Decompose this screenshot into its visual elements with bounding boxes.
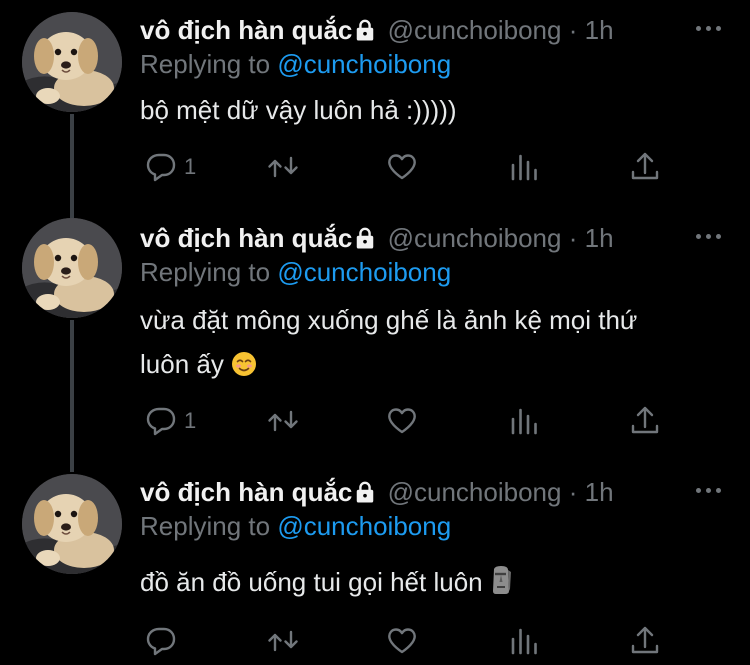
analytics-icon [507,150,541,184]
reply-count: 1 [184,408,197,433]
tweet-text: bộ mệt dữ vậy luôn hả :))))) [140,95,457,125]
share-button[interactable] [628,624,662,658]
reply-button[interactable]: 1 [144,150,196,184]
author-handle[interactable]: @cunchoibong [388,223,562,253]
replying-label: Replying to [140,49,271,79]
replying-label: Replying to [140,511,271,541]
author-name[interactable]: vô địch hàn quắc [140,477,352,507]
retweet-button[interactable] [266,624,300,658]
reply-button[interactable]: 1 [144,404,196,438]
analytics-button[interactable] [507,404,541,438]
tweet-text-line: vừa đặt mông xuống ghế là ảnh kệ mọi thứ [140,305,638,335]
tweet[interactable]: vô địch hàn quắc @cunchoibong · 1h Reply… [0,462,750,665]
like-icon [385,404,419,438]
moai-emoji [490,564,512,608]
timestamp[interactable]: 1h [585,15,614,45]
mention-link[interactable]: @cunchoibong [277,49,451,79]
tweet-header: vô địch hàn quắc @cunchoibong · 1h [140,222,614,257]
like-button[interactable] [385,624,419,658]
replying-label: Replying to [140,257,271,287]
thread-line [70,320,74,472]
lock-icon [354,479,376,511]
action-bar [140,624,700,658]
analytics-icon [507,404,541,438]
replying-to: Replying to @cunchoibong [140,256,451,288]
author-handle[interactable]: @cuncho­ibong [388,15,562,45]
retweet-icon [266,404,300,438]
reply-icon [144,404,178,438]
reply-button[interactable] [144,624,178,658]
timestamp[interactable]: 1h [585,223,614,253]
share-icon [628,150,662,184]
like-button[interactable] [385,404,419,438]
action-bar: 1 [140,150,700,184]
share-icon [628,624,662,658]
avatar[interactable] [22,474,122,574]
tweet-header: vô địch hàn quắc @cunchoibong · 1h [140,476,614,511]
tweet[interactable]: vô địch hàn quắc @cunchoibong · 1h Reply… [0,208,750,472]
like-icon [385,624,419,658]
more-icon[interactable] [696,232,722,242]
avatar[interactable] [22,218,122,318]
like-icon [385,150,419,184]
more-icon[interactable] [696,24,722,34]
author-handle[interactable]: @cunchoibong [388,477,562,507]
replying-to: Replying to @cunchoibong [140,48,451,80]
analytics-button[interactable] [507,624,541,658]
timestamp[interactable]: 1h [585,477,614,507]
tweet[interactable]: vô địch hàn quắc @cuncho­ibong · 1h Repl… [0,0,750,218]
tweet-header: vô địch hàn quắc @cuncho­ibong · 1h [140,14,614,49]
retweet-button[interactable] [266,150,300,184]
tweet-text-line-2: luôn ấy [140,342,720,390]
thread-line [70,114,74,218]
analytics-button[interactable] [507,150,541,184]
reply-icon [144,624,178,658]
retweet-icon [266,624,300,658]
tweet-text: đồ ăn đồ uống tui gọi hết luôn [140,560,720,608]
replying-to: Replying to @cunchoibong [140,510,451,542]
tweet-text: vừa đặt mông xuống ghế là ảnh kệ mọi thứ… [140,298,720,390]
separator: · [568,223,578,253]
share-button[interactable] [628,404,662,438]
avatar[interactable] [22,12,122,112]
share-button[interactable] [628,150,662,184]
action-bar: 1 [140,404,700,438]
lock-icon [354,225,376,257]
analytics-icon [507,624,541,658]
retweet-icon [266,150,300,184]
tweet-text-content: đồ ăn đồ uống tui gọi hết luôn [140,567,483,597]
separator: · [568,477,578,507]
author-name[interactable]: vô địch hàn quắc [140,15,352,45]
separator: · [568,15,578,45]
author-name[interactable]: vô địch hàn quắc [140,223,352,253]
mention-link[interactable]: @cunchoibong [277,511,451,541]
share-icon [628,404,662,438]
like-button[interactable] [385,150,419,184]
reply-count: 1 [184,154,197,179]
lock-icon [354,17,376,49]
more-icon[interactable] [696,486,722,496]
smiling-face-emoji [231,346,257,390]
mention-link[interactable]: @cunchoibong [277,257,451,287]
retweet-button[interactable] [266,404,300,438]
reply-icon [144,150,178,184]
